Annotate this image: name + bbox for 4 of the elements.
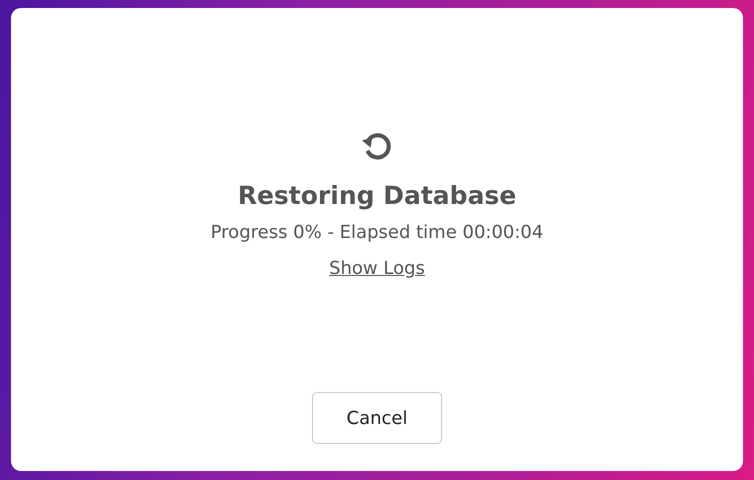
dialog-title: Restoring Database <box>238 181 516 211</box>
show-logs-link[interactable]: Show Logs <box>329 257 425 281</box>
cancel-button[interactable]: Cancel <box>312 392 442 444</box>
progress-status: Progress 0% - Elapsed time 00:00:04 <box>210 221 544 245</box>
